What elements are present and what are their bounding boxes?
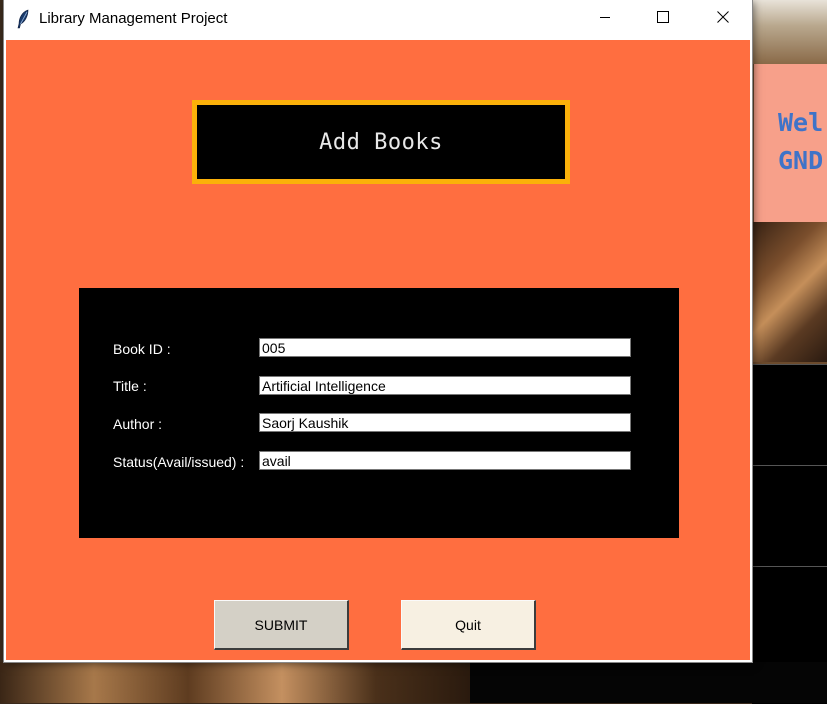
title-bar[interactable]: Library Management Project bbox=[4, 0, 752, 38]
book-id-label: Book ID : bbox=[113, 341, 171, 357]
author-input[interactable] bbox=[259, 413, 631, 432]
book-form: Book ID : Title : Author : Status(Avail/… bbox=[79, 288, 679, 538]
form-canvas: Add Books Book ID : Title : Author : Sta… bbox=[6, 40, 750, 660]
status-input[interactable] bbox=[259, 451, 631, 470]
author-label: Author : bbox=[113, 416, 163, 432]
submit-button[interactable]: SUBMIT bbox=[214, 600, 349, 650]
maximize-icon bbox=[657, 10, 669, 28]
welcome-text-line2: GND bbox=[778, 146, 824, 175]
book-id-input[interactable] bbox=[259, 338, 631, 357]
library-photo bbox=[740, 222, 827, 362]
title-label: Title : bbox=[113, 378, 147, 394]
status-label: Status(Avail/issued) : bbox=[113, 454, 245, 470]
background-window: Wel GND bbox=[740, 0, 827, 704]
page-title: Add Books bbox=[319, 129, 443, 155]
menu-button[interactable] bbox=[752, 364, 827, 465]
welcome-text-line1: Wel bbox=[778, 108, 824, 137]
heading-frame: Add Books bbox=[192, 100, 570, 184]
quit-button[interactable]: Quit bbox=[401, 600, 536, 650]
title-input[interactable] bbox=[259, 376, 631, 395]
close-button[interactable] bbox=[694, 0, 752, 38]
minimize-icon bbox=[599, 10, 611, 28]
menu-button[interactable] bbox=[752, 465, 827, 566]
background-image-strip bbox=[740, 0, 827, 64]
window-title: Library Management Project bbox=[39, 10, 228, 27]
close-icon bbox=[717, 10, 729, 28]
minimize-button[interactable] bbox=[576, 0, 634, 38]
welcome-banner: Wel GND bbox=[754, 64, 827, 222]
add-books-window: Library Management Project Add Books Boo… bbox=[4, 0, 752, 662]
feather-icon bbox=[16, 9, 30, 29]
library-photo-bottom bbox=[0, 662, 470, 703]
background-dark-area bbox=[470, 662, 827, 703]
maximize-button[interactable] bbox=[634, 0, 692, 38]
